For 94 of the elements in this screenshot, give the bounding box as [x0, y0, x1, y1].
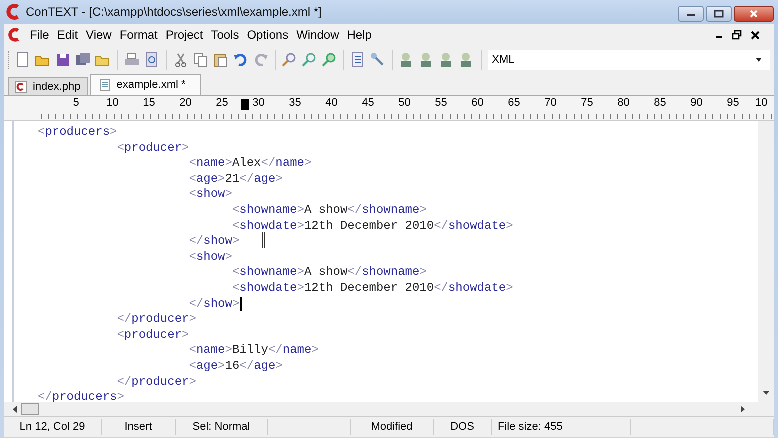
status-text: DOS — [434, 419, 492, 435]
vertical-scrollbar[interactable] — [758, 121, 774, 402]
code-line: </show> — [38, 234, 240, 250]
menu-item[interactable]: Project — [162, 28, 208, 42]
i-beam-cursor-icon — [262, 232, 266, 248]
menu-item[interactable]: Tools — [207, 28, 244, 42]
ruler-number: 55 — [435, 96, 448, 110]
wrench-icon[interactable] — [370, 52, 386, 68]
menu-item[interactable]: File — [26, 28, 54, 42]
ruler-number: 20 — [180, 96, 192, 110]
ruler-number: 75 — [581, 96, 594, 110]
search-icon[interactable] — [281, 52, 298, 68]
code-line: <producers> — [38, 125, 118, 141]
ruler-number: 15 — [143, 96, 156, 110]
status-text: Ln 12, Col 29 — [4, 419, 102, 435]
ruler-number: 50 — [398, 96, 411, 110]
down-arrow-icon[interactable] — [762, 391, 770, 396]
code-line: </show> — [188, 296, 242, 312]
code-line: <showdate>12th December 2010</showdate> — [231, 280, 514, 297]
printer-icon[interactable] — [124, 52, 140, 68]
menu-item[interactable]: View — [82, 28, 116, 42]
right-arrow-icon[interactable] — [741, 406, 746, 412]
left-arrow-icon[interactable] — [12, 406, 17, 412]
minimize-button[interactable] — [678, 6, 704, 22]
copy-icon[interactable] — [192, 52, 209, 68]
paste-icon[interactable] — [212, 52, 229, 68]
menu-item[interactable]: Edit — [53, 28, 82, 42]
code-line: <producer> — [116, 140, 190, 156]
minimize-icon — [686, 11, 696, 17]
window-title: ConTEXT - [C:\xampp\htdocs\series\xml\example.xml *] — [26, 5, 323, 19]
save-all-icon[interactable] — [74, 52, 91, 68]
code-line: <showname>A show</showname> — [231, 265, 427, 281]
status-text: Modified — [351, 419, 434, 435]
status-text: Insert — [102, 419, 176, 435]
menu-item[interactable]: Options — [243, 28, 293, 42]
code-line: <name>Alex</name> — [188, 156, 312, 172]
ruler-number: 30 — [252, 96, 265, 110]
ruler-number: 45 — [362, 96, 374, 110]
close-icon[interactable] — [751, 30, 760, 40]
caret-icon — [756, 58, 762, 62]
ruler-number: 25 — [216, 96, 228, 110]
ruler-number: 95 — [727, 96, 740, 110]
code-line: </producer> — [116, 312, 196, 328]
code-line: </producers> — [38, 390, 124, 406]
status-text: Sel: Normal — [176, 419, 268, 435]
code-line: <show> — [188, 250, 232, 266]
text-cursor — [240, 296, 242, 311]
status-text: File size: 455 — [492, 419, 631, 435]
ruler-number: 35 — [289, 96, 302, 110]
ruler-number: 85 — [654, 96, 666, 110]
code-line: <producer> — [116, 328, 190, 344]
horizontal-scrollbar[interactable] — [4, 402, 774, 416]
ruler-number: 5 — [73, 96, 80, 110]
code-line: </producer> — [116, 374, 196, 390]
replace-icon[interactable] — [321, 52, 338, 68]
redo-icon[interactable] — [252, 52, 269, 68]
php-file-icon — [15, 80, 27, 92]
ruler-number: 40 — [326, 96, 338, 110]
file-tab[interactable]: example.xml * — [90, 74, 201, 95]
menu-item[interactable]: Format — [116, 28, 162, 42]
restore-icon[interactable] — [732, 30, 742, 40]
code-line: <showdate>12th December 2010</showdate> — [231, 218, 514, 234]
ruler-number: 80 — [618, 96, 630, 110]
menu-item[interactable]: Help — [343, 28, 376, 42]
app-logo-icon — [6, 4, 20, 20]
xml-file-icon — [98, 79, 111, 91]
ruler-number: 70 — [544, 96, 557, 110]
ruler-number: 10 — [756, 96, 768, 110]
ruler-number: 90 — [690, 96, 703, 110]
file-tab[interactable]: index.php — [8, 77, 88, 95]
maximize-button[interactable] — [706, 6, 732, 22]
new-file-icon[interactable] — [14, 52, 31, 68]
save-icon[interactable] — [54, 52, 71, 68]
ruler-number: 60 — [472, 96, 484, 110]
menu-item[interactable]: Window — [292, 28, 344, 42]
ruler-number: 10 — [106, 96, 119, 110]
print-preview-icon[interactable] — [144, 52, 160, 68]
maximize-icon — [714, 10, 724, 18]
undo-icon[interactable] — [232, 52, 249, 68]
find-next-icon[interactable] — [301, 52, 318, 68]
code-line: <name>Billy</name> — [188, 343, 319, 359]
code-line: <show> — [188, 187, 232, 203]
document-icon[interactable] — [350, 52, 366, 68]
scrollbar-thumb[interactable] — [21, 403, 39, 415]
close-icon — [749, 10, 759, 18]
app-logo-icon — [8, 28, 20, 42]
scissors-icon[interactable] — [172, 52, 189, 68]
ruler-cursor-marker — [241, 99, 249, 110]
code-line: <age>21</age> — [188, 172, 283, 188]
highlighter-dropdown[interactable]: XML — [488, 50, 770, 70]
close-button[interactable] — [734, 6, 774, 22]
ruler-number: 65 — [508, 96, 520, 110]
code-line: <showname>A show</showname> — [231, 202, 427, 219]
code-line: <age>16</age> — [188, 358, 283, 374]
